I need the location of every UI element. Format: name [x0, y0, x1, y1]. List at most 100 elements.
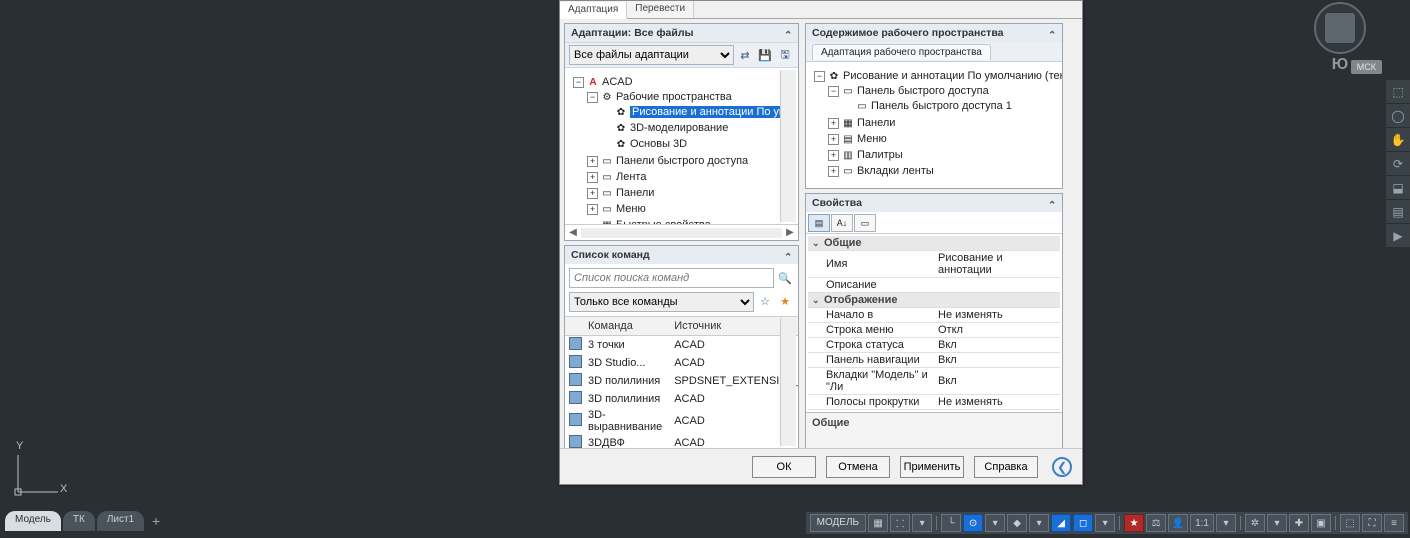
command-row[interactable]: 3 точкиACAD	[565, 336, 798, 355]
acad-icon: A	[586, 76, 600, 88]
workspace-tab[interactable]: Адаптация рабочего пространства	[812, 44, 991, 60]
command-row[interactable]: 3D Studio...ACAD	[565, 354, 798, 372]
star-add-icon[interactable]: ☆	[756, 292, 774, 310]
iso-icon[interactable]: ◆	[1007, 514, 1027, 532]
clean-icon[interactable]: ⬚	[1340, 514, 1360, 532]
commands-scrollbar[interactable]	[780, 318, 796, 446]
panels-icon: ▦	[841, 117, 855, 129]
nav-pan-icon[interactable]: ✋	[1386, 128, 1410, 152]
save-all-icon[interactable]: 🖫	[776, 46, 794, 64]
search-icon[interactable]: 🔍	[776, 269, 794, 287]
command-search-input[interactable]	[569, 268, 774, 288]
save-icon[interactable]: 💾	[756, 46, 774, 64]
help-button[interactable]: Справка	[974, 456, 1038, 478]
panel-title: Свойства	[812, 197, 862, 209]
dropdown-icon[interactable]: ▾	[1216, 514, 1236, 532]
panel-title: Содержимое рабочего пространства	[812, 27, 1003, 39]
dropdown-icon[interactable]: ▾	[985, 514, 1005, 532]
scale-label[interactable]: 1:1	[1190, 514, 1214, 532]
nav-walk-icon[interactable]: ▤	[1386, 200, 1410, 224]
folder-icon: ▭	[600, 203, 614, 215]
command-table[interactable]: Команда Источник 3 точкиACAD3D Studio...…	[565, 316, 798, 448]
panel-properties: Свойства ⌄ ▤ A↓ ▭ ⌄Общие ИмяРисование и …	[805, 193, 1063, 448]
fullscreen-icon[interactable]: ⛶	[1362, 514, 1382, 532]
tree-scrollbar[interactable]	[780, 70, 796, 222]
monitor-icon[interactable]: ▣	[1311, 514, 1331, 532]
person-icon[interactable]: 👤	[1168, 514, 1188, 532]
dropdown-icon[interactable]: ▾	[912, 514, 932, 532]
collapse-icon[interactable]: ⌄	[784, 28, 792, 39]
cancel-button[interactable]: Отмена	[826, 456, 890, 478]
tree-item[interactable]: Лента	[616, 171, 646, 183]
model-label[interactable]: МОДЕЛЬ	[810, 514, 866, 532]
otrack-icon[interactable]: ◻	[1073, 514, 1093, 532]
prop-pages-icon[interactable]: ▭	[854, 214, 876, 232]
menu-icon[interactable]: ≡	[1384, 514, 1404, 532]
polar-icon[interactable]: ⊙	[963, 514, 983, 532]
add-layout-button[interactable]: +	[146, 511, 166, 531]
tree-item[interactable]: Панель быстрого доступа	[857, 85, 989, 97]
command-icon	[569, 391, 582, 404]
crosshair-icon[interactable]: ✚	[1289, 514, 1309, 532]
prop-categorized-icon[interactable]: ▤	[808, 214, 830, 232]
command-filter-combo[interactable]: Только все команды	[569, 292, 754, 312]
command-row[interactable]: 3DДВФACAD	[565, 434, 798, 448]
collapse-icon[interactable]: ⌄	[784, 250, 792, 261]
tree-item-selected[interactable]: Рисование и аннотации По умолчанию (тек	[630, 106, 796, 118]
property-description: Общие	[806, 412, 1062, 448]
tab-customize[interactable]: Адаптация	[560, 2, 627, 19]
grid-icon[interactable]: ▦	[868, 514, 888, 532]
tree-item[interactable]: Панель быстрого доступа 1	[871, 100, 1012, 112]
tree-hscroll[interactable]: ◀▶	[565, 224, 798, 240]
tab-translate[interactable]: Перевести	[627, 1, 694, 18]
wcs-badge[interactable]: МСК	[1351, 60, 1382, 74]
snap-icon[interactable]: ⸬	[890, 514, 910, 532]
qat-icon: ▭	[841, 85, 855, 97]
tree-item[interactable]: Меню	[616, 203, 646, 215]
nav-zoom-icon[interactable]: ◯	[1386, 104, 1410, 128]
panel-title: Список команд	[571, 249, 650, 261]
properties-table[interactable]: ⌄Общие ИмяРисование и аннотации Описание…	[808, 236, 1060, 410]
view-cube[interactable]: Ю	[1300, 0, 1380, 55]
tree-item[interactable]: Панели	[857, 117, 895, 129]
tree-item[interactable]: Панели	[616, 187, 654, 199]
tab-model[interactable]: Модель	[5, 511, 61, 531]
nav-orbit-icon[interactable]: ⟳	[1386, 152, 1410, 176]
tree-item[interactable]: 3D-моделирование	[630, 122, 728, 134]
adaptation-files-combo[interactable]: Все файлы адаптации	[569, 45, 734, 65]
star-icon[interactable]: ★	[776, 292, 794, 310]
transfer-icon[interactable]: ⇄	[736, 46, 754, 64]
adaptation-tree[interactable]: −AACAD −⚙Рабочие пространства ✿Рисование…	[567, 70, 796, 224]
command-row[interactable]: 3D полилинияACAD	[565, 390, 798, 408]
tab-layout2[interactable]: Лист1	[97, 511, 144, 531]
collapse-icon[interactable]: ⌄	[1048, 28, 1056, 39]
tree-item[interactable]: Палитры	[857, 149, 903, 161]
tree-item[interactable]: Вкладки ленты	[857, 165, 934, 177]
collapse-icon[interactable]: ⌄	[1048, 198, 1056, 209]
back-icon[interactable]: ❮	[1052, 457, 1072, 477]
command-row[interactable]: 3D-выравниваниеACAD	[565, 408, 798, 434]
dropdown-icon[interactable]: ▾	[1095, 514, 1115, 532]
osnap-icon[interactable]: ◢	[1051, 514, 1071, 532]
tree-item[interactable]: Меню	[857, 133, 887, 145]
nav-full-icon[interactable]: ⬚	[1386, 80, 1410, 104]
tree-item[interactable]: Панели быстрого доступа	[616, 155, 748, 167]
prop-alpha-icon[interactable]: A↓	[831, 214, 853, 232]
ok-button[interactable]: ОК	[752, 456, 816, 478]
anno-icon[interactable]: ★	[1124, 514, 1144, 532]
dropdown-icon[interactable]: ▾	[1267, 514, 1287, 532]
gear-icon[interactable]: ✲	[1245, 514, 1265, 532]
panel-title: Адаптации: Все файлы	[571, 27, 694, 39]
anno-scale-icon[interactable]: ⚖	[1146, 514, 1166, 532]
tab-layout1[interactable]: ТК	[63, 511, 95, 531]
tree-item[interactable]: Основы 3D	[630, 138, 687, 150]
dropdown-icon[interactable]: ▾	[1029, 514, 1049, 532]
tree-item[interactable]: Быстрые свойства	[616, 219, 711, 224]
navigation-bar: ⬚ ◯ ✋ ⟳ ⬓ ▤ ▶	[1386, 80, 1410, 248]
ortho-icon[interactable]: └	[941, 514, 961, 532]
apply-button[interactable]: Применить	[900, 456, 964, 478]
command-row[interactable]: 3D полилинияSPDSNET_EXTENSION_RUS	[565, 372, 798, 390]
workspace-tree[interactable]: −✿Рисование и аннотации По умолчанию (те…	[808, 64, 1060, 184]
nav-play-icon[interactable]: ▶	[1386, 224, 1410, 248]
nav-extent-icon[interactable]: ⬓	[1386, 176, 1410, 200]
